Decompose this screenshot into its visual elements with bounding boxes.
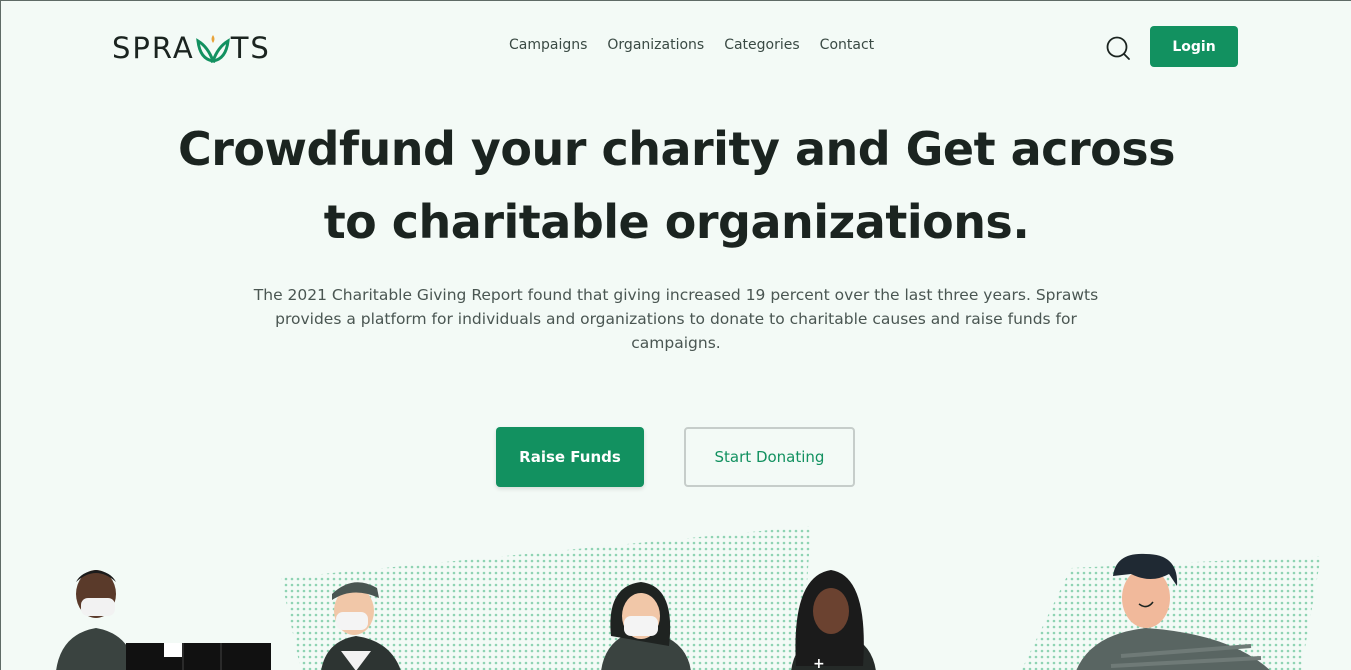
sprout-logo-icon <box>195 35 230 63</box>
people-illustration: + <box>56 526 1321 670</box>
logo-text-right: TS <box>230 31 271 65</box>
nav-organizations[interactable]: Organizations <box>607 37 704 53</box>
hero-headline: Crowdfund your charity and Get across to… <box>1 113 1351 259</box>
hero-description: The 2021 Charitable Giving Report found … <box>253 286 1099 352</box>
navbar: SPRA TS Campaigns Organizations Categori… <box>1 1 1351 91</box>
headline-line-2: to charitable organizations. <box>323 195 1030 249</box>
start-donating-button[interactable]: Start Donating <box>684 427 855 487</box>
nav-campaigns[interactable]: Campaigns <box>509 37 587 53</box>
logo-text-left: SPRA <box>112 31 195 65</box>
brand-logo[interactable]: SPRA TS <box>112 31 271 65</box>
svg-text:+: + <box>813 656 825 670</box>
laptop-screens <box>126 643 271 670</box>
headline-line-1: Crowdfund your charity and Get across <box>177 122 1176 176</box>
person-left-masked <box>56 570 136 670</box>
nav-categories[interactable]: Categories <box>724 37 799 53</box>
nav-contact[interactable]: Contact <box>820 37 874 53</box>
raise-funds-button[interactable]: Raise Funds <box>496 427 644 487</box>
search-icon[interactable] <box>1105 35 1131 61</box>
main-nav: Campaigns Organizations Categories Conta… <box>509 37 874 53</box>
login-button[interactable]: Login <box>1150 26 1238 67</box>
